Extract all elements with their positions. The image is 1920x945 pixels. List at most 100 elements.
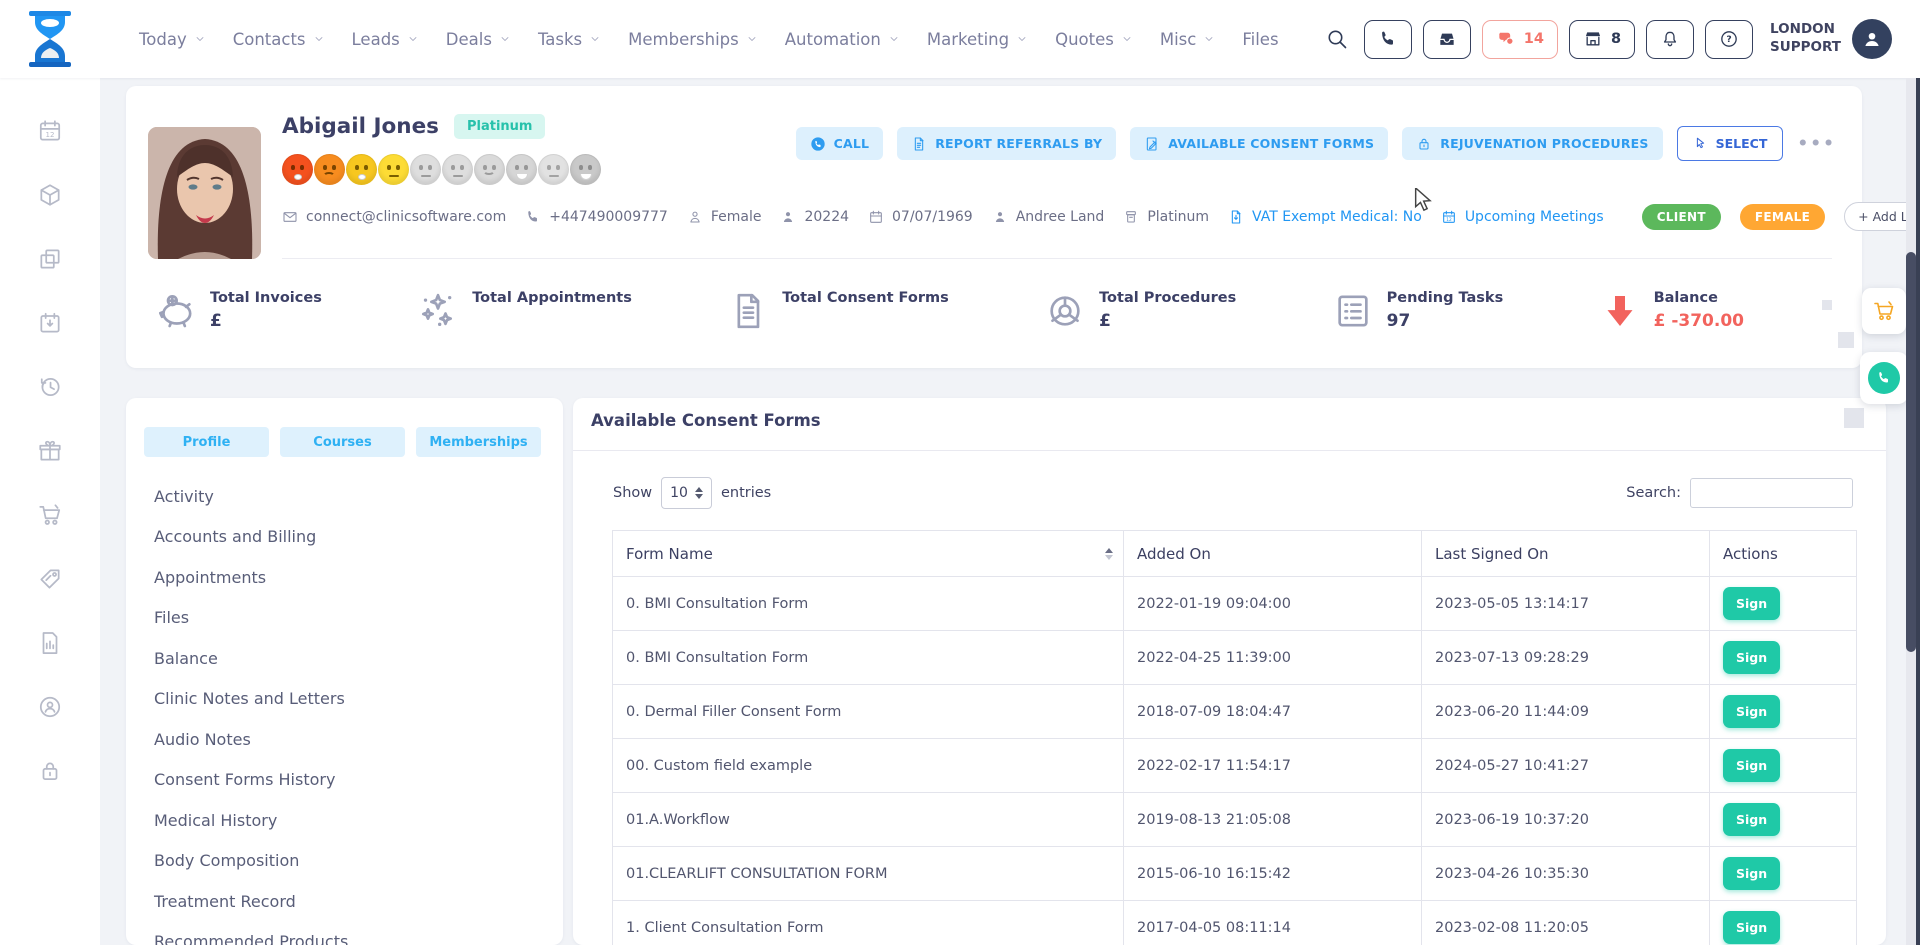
contact-447490009777: +447490009777 [525,209,668,225]
rail-price-tag-icon[interactable] [37,566,63,592]
calendar-icon [868,209,884,225]
profile-menu-activity[interactable]: Activity [154,476,553,517]
mood-face-6[interactable] [442,154,473,185]
profile-menu-recommended-products[interactable]: Recommended Products [154,922,553,945]
nav-item-tasks[interactable]: Tasks [538,30,601,49]
profile-tabs: Profile Courses Memberships [144,427,541,457]
more-actions-button[interactable]: ••• [1797,134,1836,154]
mood-face-4[interactable] [378,154,409,185]
tab-courses[interactable]: Courses [280,427,405,457]
sign-button[interactable]: Sign [1723,695,1780,728]
rail-user-sync-icon[interactable] [37,694,63,720]
user-menu-button[interactable] [1852,19,1892,59]
call-float-button[interactable] [1860,352,1908,404]
sign-button[interactable]: Sign [1723,857,1780,890]
available-consent-forms-button[interactable]: AVAILABLE CONSENT FORMS [1130,127,1388,160]
profile-menu-audio-notes[interactable]: Audio Notes [154,719,553,760]
profile-menu-accounts-and-billing[interactable]: Accounts and Billing [154,517,553,558]
contact-platinum: Platinum [1123,209,1209,225]
nav-item-memberships[interactable]: Memberships [628,30,758,49]
select-button[interactable]: SELECT [1677,126,1784,161]
mood-face-1[interactable] [282,154,313,185]
rail-gift-icon[interactable] [37,438,63,464]
nav-item-marketing[interactable]: Marketing [927,30,1028,49]
contact-vat-exempt-medical-no[interactable]: VAT Exempt Medical: No [1228,209,1422,225]
rail-calendar-import-icon[interactable] [37,310,63,336]
stat-total-appointments: Total Appointments [418,290,632,331]
inbox-button[interactable] [1423,20,1471,59]
nav-item-today[interactable]: Today [139,30,206,49]
mood-face-5[interactable] [410,154,441,185]
rail-history-icon[interactable] [37,374,63,400]
nav-item-quotes[interactable]: Quotes [1055,30,1133,49]
column-header-actions[interactable]: Actions [1710,531,1858,576]
tab-profile[interactable]: Profile [144,427,269,457]
profile-menu-treatment-record[interactable]: Treatment Record [154,881,553,922]
added-on-cell: 2015-06-10 16:15:42 [1124,847,1422,900]
contact-andree-land: Andree Land [992,209,1105,225]
sign-button[interactable]: Sign [1723,911,1780,944]
sign-button[interactable]: Sign [1723,803,1780,836]
rail-report-chart-icon[interactable] [37,630,63,656]
label-pill-client[interactable]: CLIENT [1642,204,1721,230]
label-pill-female[interactable]: FEMALE [1740,204,1825,230]
notifications-button[interactable] [1646,20,1694,59]
decor-square [1838,332,1854,348]
mood-face-2[interactable] [314,154,345,185]
nav-item-automation[interactable]: Automation [785,30,900,49]
nav-item-misc[interactable]: Misc [1160,30,1216,49]
chat-count-badge: 14 [1524,31,1544,47]
mood-face-7[interactable] [474,154,505,185]
call-button[interactable]: CALL [796,127,884,160]
chat-button[interactable]: 14 [1482,20,1558,59]
column-header-form-name[interactable]: Form Name [613,531,1124,576]
page-scrollbar-thumb[interactable] [1906,252,1916,652]
stat-value: £ [210,311,322,331]
profile-menu-files[interactable]: Files [154,598,553,639]
contact-upcoming-meetings[interactable]: 12Upcoming Meetings [1441,209,1604,225]
sign-button[interactable]: Sign [1723,749,1780,782]
column-header-last-signed-on[interactable]: Last Signed On [1422,531,1710,576]
search-icon[interactable] [1325,27,1349,51]
report-referrals-by-button[interactable]: REPORT REFERRALS BY [897,127,1116,160]
sort-arrows-icon[interactable] [1105,548,1113,560]
added-on-cell: 2017-04-05 08:11:14 [1124,901,1422,945]
mood-face-8[interactable] [506,154,537,185]
help-button[interactable]: ? [1705,20,1753,59]
table-search-input[interactable] [1690,478,1853,508]
nav-item-contacts[interactable]: Contacts [233,30,325,49]
nav-item-leads[interactable]: Leads [352,30,419,49]
mood-face-3[interactable] [346,154,377,185]
rail-calendar-date-icon[interactable]: 12 [37,118,63,144]
page-size-select[interactable]: 10 [661,477,712,509]
chevron-down-icon [888,33,900,45]
rail-cube-icon[interactable] [37,182,63,208]
last-signed-cell: 2023-05-05 13:14:17 [1422,577,1710,630]
profile-menu-appointments[interactable]: Appointments [154,557,553,598]
profile-menu-body-composition[interactable]: Body Composition [154,841,553,882]
tab-memberships[interactable]: Memberships [416,427,541,457]
profile-menu-balance[interactable]: Balance [154,638,553,679]
rail-cart-icon[interactable] [37,502,63,528]
column-header-added-on[interactable]: Added On [1124,531,1422,576]
app-logo[interactable] [27,9,73,69]
nav-item-files[interactable]: Files [1242,30,1278,49]
button-label: SELECT [1716,136,1768,151]
nav-item-deals[interactable]: Deals [446,30,511,49]
rejuvenation-procedures-button[interactable]: REJUVENATION PROCEDURES [1402,127,1662,160]
sign-button[interactable]: Sign [1723,587,1780,620]
profile-menu-consent-forms-history[interactable]: Consent Forms History [154,760,553,801]
person-outline-icon [687,209,703,225]
patient-photo[interactable] [148,127,261,259]
cart-float-button[interactable] [1862,288,1906,334]
rail-copy-icon[interactable] [37,246,63,272]
profile-menu-clinic-notes-and-letters[interactable]: Clinic Notes and Letters [154,679,553,720]
store-button[interactable]: 8 [1569,20,1635,59]
profile-menu-medical-history[interactable]: Medical History [154,800,553,841]
mood-face-10[interactable] [570,154,601,185]
rail-lock-icon[interactable] [37,758,63,784]
actions-cell: Sign [1710,631,1858,684]
sign-button[interactable]: Sign [1723,641,1780,674]
mood-face-9[interactable] [538,154,569,185]
dialer-button[interactable] [1364,20,1412,59]
